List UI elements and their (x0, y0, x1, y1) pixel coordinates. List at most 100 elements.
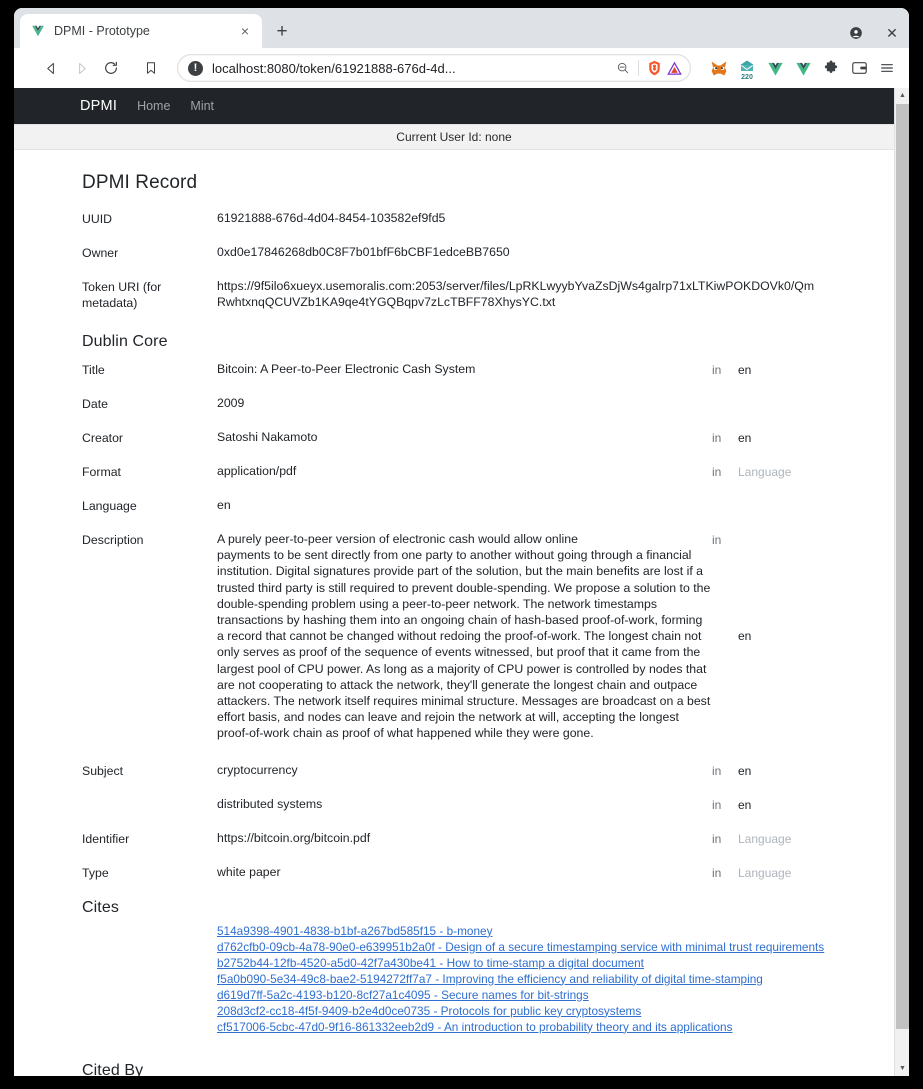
field-label: Format (82, 465, 121, 479)
in-label: in (712, 797, 722, 812)
field-row-token-uri: Token URI (for metadata) https://9f5ilo6… (14, 278, 894, 311)
vue-logo-icon (30, 23, 46, 39)
lang-placeholder[interactable]: Language (738, 463, 848, 480)
in-label: in (712, 363, 722, 377)
field-value[interactable]: Bitcoin: A Peer-to-Peer Electronic Cash … (217, 361, 712, 377)
cites-list: 514a9398-4901-4838-b1bf-a267bd585f15 - b… (14, 923, 894, 1035)
address-bar[interactable]: ! localhost:8080/token/61921888-676d-4d.… (177, 54, 691, 82)
tab-title: DPMI - Prototype (54, 24, 150, 38)
lang-value[interactable]: en (738, 762, 848, 779)
field-value[interactable]: cryptocurrency (217, 762, 712, 778)
mailbox-extension-icon[interactable]: 220 (733, 54, 761, 82)
field-label: Token URI (for metadata) (82, 280, 162, 310)
field-label: Owner (82, 246, 119, 260)
field-value[interactable]: https://bitcoin.org/bitcoin.pdf (217, 830, 712, 846)
bookmark-icon[interactable] (137, 54, 165, 82)
field-label: UUID (82, 212, 113, 226)
dc-row-subject: Subject cryptocurrency in en (14, 762, 894, 779)
in-label (712, 395, 738, 396)
cite-link[interactable]: 514a9398-4901-4838-b1bf-a267bd585f15 - b… (217, 923, 492, 939)
close-window-button[interactable]: ✕ (881, 22, 903, 44)
reload-button-icon[interactable] (96, 53, 126, 83)
section-title-dublin-core: Dublin Core (82, 333, 168, 350)
site-brand[interactable]: DPMI (80, 98, 117, 114)
cite-link[interactable]: d619d7ff-5a2c-4193-b120-8cf27a1c4095 - S… (217, 987, 589, 1003)
description-textarea[interactable]: A purely peer-to-peer version of electro… (217, 531, 712, 742)
in-label: in (712, 431, 722, 445)
cite-link[interactable]: b2752b44-12fb-4520-a5d0-42f7a430be41 - H… (217, 955, 644, 971)
dc-row-subject-2: distributed systems in en (14, 796, 894, 813)
extensions-puzzle-icon[interactable] (817, 54, 845, 82)
scroll-up-arrow-icon[interactable]: ▲ (895, 88, 909, 103)
page-content: DPMI Record UUID 61921888-676d-4d04-8454… (14, 150, 894, 1076)
field-label: Date (82, 397, 108, 411)
field-value[interactable]: white paper (217, 864, 712, 880)
field-label: Subject (82, 763, 124, 778)
profile-avatar-icon[interactable] (845, 22, 867, 44)
nav-link-home[interactable]: Home (137, 99, 170, 113)
section-title-cited-by: Cited By (82, 1061, 144, 1076)
field-label: Identifier (82, 831, 130, 846)
cite-link[interactable]: cf517006-5cbc-47d0-9f16-861332eeb2d9 - A… (217, 1019, 732, 1035)
metamask-extension-icon[interactable] (705, 54, 733, 82)
dc-row-identifier: Identifier https://bitcoin.org/bitcoin.p… (14, 830, 894, 847)
in-label (712, 497, 738, 498)
brave-shield-icon[interactable] (644, 60, 664, 76)
scrollbar-thumb[interactable] (896, 104, 909, 1029)
lang-value[interactable] (738, 395, 848, 396)
lang-value[interactable]: en (738, 628, 848, 644)
lang-value[interactable]: en (738, 361, 848, 378)
dc-row-language: Language en (14, 497, 894, 514)
zoom-out-icon[interactable] (613, 61, 633, 75)
cite-link[interactable]: d762cfb0-09cb-4a78-90e0-e639951b2a0f - D… (217, 939, 824, 955)
browser-window: DPMI - Prototype × + ✕ ! localhost:8080/… (14, 8, 909, 1076)
dc-row-title: Title Bitcoin: A Peer-to-Peer Electronic… (14, 361, 894, 378)
dc-row-type: Type white paper in Language (14, 864, 894, 881)
window-controls: ✕ (845, 22, 903, 44)
token-uri-textarea[interactable]: https://9f5ilo6xueyx.usemoralis.com:2053… (217, 278, 817, 310)
nav-link-mint[interactable]: Mint (190, 99, 214, 113)
cite-link[interactable]: f5a0b090-5e34-49c8-bae2-5194272ff7a7 - I… (217, 971, 763, 987)
browser-tab[interactable]: DPMI - Prototype × (20, 14, 262, 48)
dc-row-description: Description A purely peer-to-peer versio… (14, 531, 894, 742)
lang-value[interactable]: en (738, 429, 848, 446)
field-value[interactable]: application/pdf (217, 463, 712, 479)
field-value[interactable]: Satoshi Nakamoto (217, 429, 712, 445)
field-label: Language (82, 499, 137, 513)
field-value: 61921888-676d-4d04-8454-103582ef9fd5 (217, 211, 446, 225)
back-button-icon[interactable] (36, 53, 66, 83)
in-label: in (712, 831, 722, 846)
dc-row-date: Date 2009 (14, 395, 894, 412)
field-value[interactable]: distributed systems (217, 796, 712, 812)
not-secure-icon[interactable]: ! (188, 60, 203, 76)
field-label: Type (82, 865, 109, 880)
page-scrollbar[interactable]: ▲ ▼ (894, 88, 909, 1076)
new-tab-button[interactable]: + (268, 17, 296, 45)
omnibox-divider (638, 60, 639, 76)
page-viewport: DPMI Home Mint Current User Id: none DPM… (14, 88, 909, 1076)
lang-value[interactable] (738, 497, 848, 498)
warning-triangle-icon[interactable] (664, 61, 684, 76)
lang-placeholder[interactable]: Language (738, 830, 848, 847)
url-text[interactable]: localhost:8080/token/61921888-676d-4d... (212, 61, 613, 76)
scroll-down-arrow-icon[interactable]: ▼ (895, 1061, 909, 1076)
lang-value[interactable]: en (738, 796, 848, 813)
field-label: Title (82, 363, 105, 377)
cite-link[interactable]: 208d3cf2-cc18-4f5f-9409-b2e4d0ce0735 - P… (217, 1003, 641, 1019)
dc-row-format: Format application/pdf in Language (14, 463, 894, 480)
vue-devtools-extension-icon[interactable] (761, 54, 789, 82)
vue-devtools-extension-2-icon[interactable] (789, 54, 817, 82)
lang-placeholder[interactable]: Language (738, 864, 848, 881)
wallet-extension-icon[interactable] (845, 54, 873, 82)
forward-button-icon[interactable] (66, 53, 96, 83)
close-tab-icon[interactable]: × (236, 22, 254, 40)
in-label: in (712, 533, 722, 547)
extensions-area: 220 (705, 54, 901, 82)
browser-menu-button[interactable] (873, 54, 901, 82)
section-title-cites: Cites (82, 898, 119, 916)
field-label (82, 796, 217, 797)
field-value[interactable]: 2009 (217, 395, 712, 411)
in-label: in (712, 763, 722, 778)
field-value[interactable]: en (217, 497, 712, 513)
browser-toolbar: ! localhost:8080/token/61921888-676d-4d.… (14, 48, 909, 88)
